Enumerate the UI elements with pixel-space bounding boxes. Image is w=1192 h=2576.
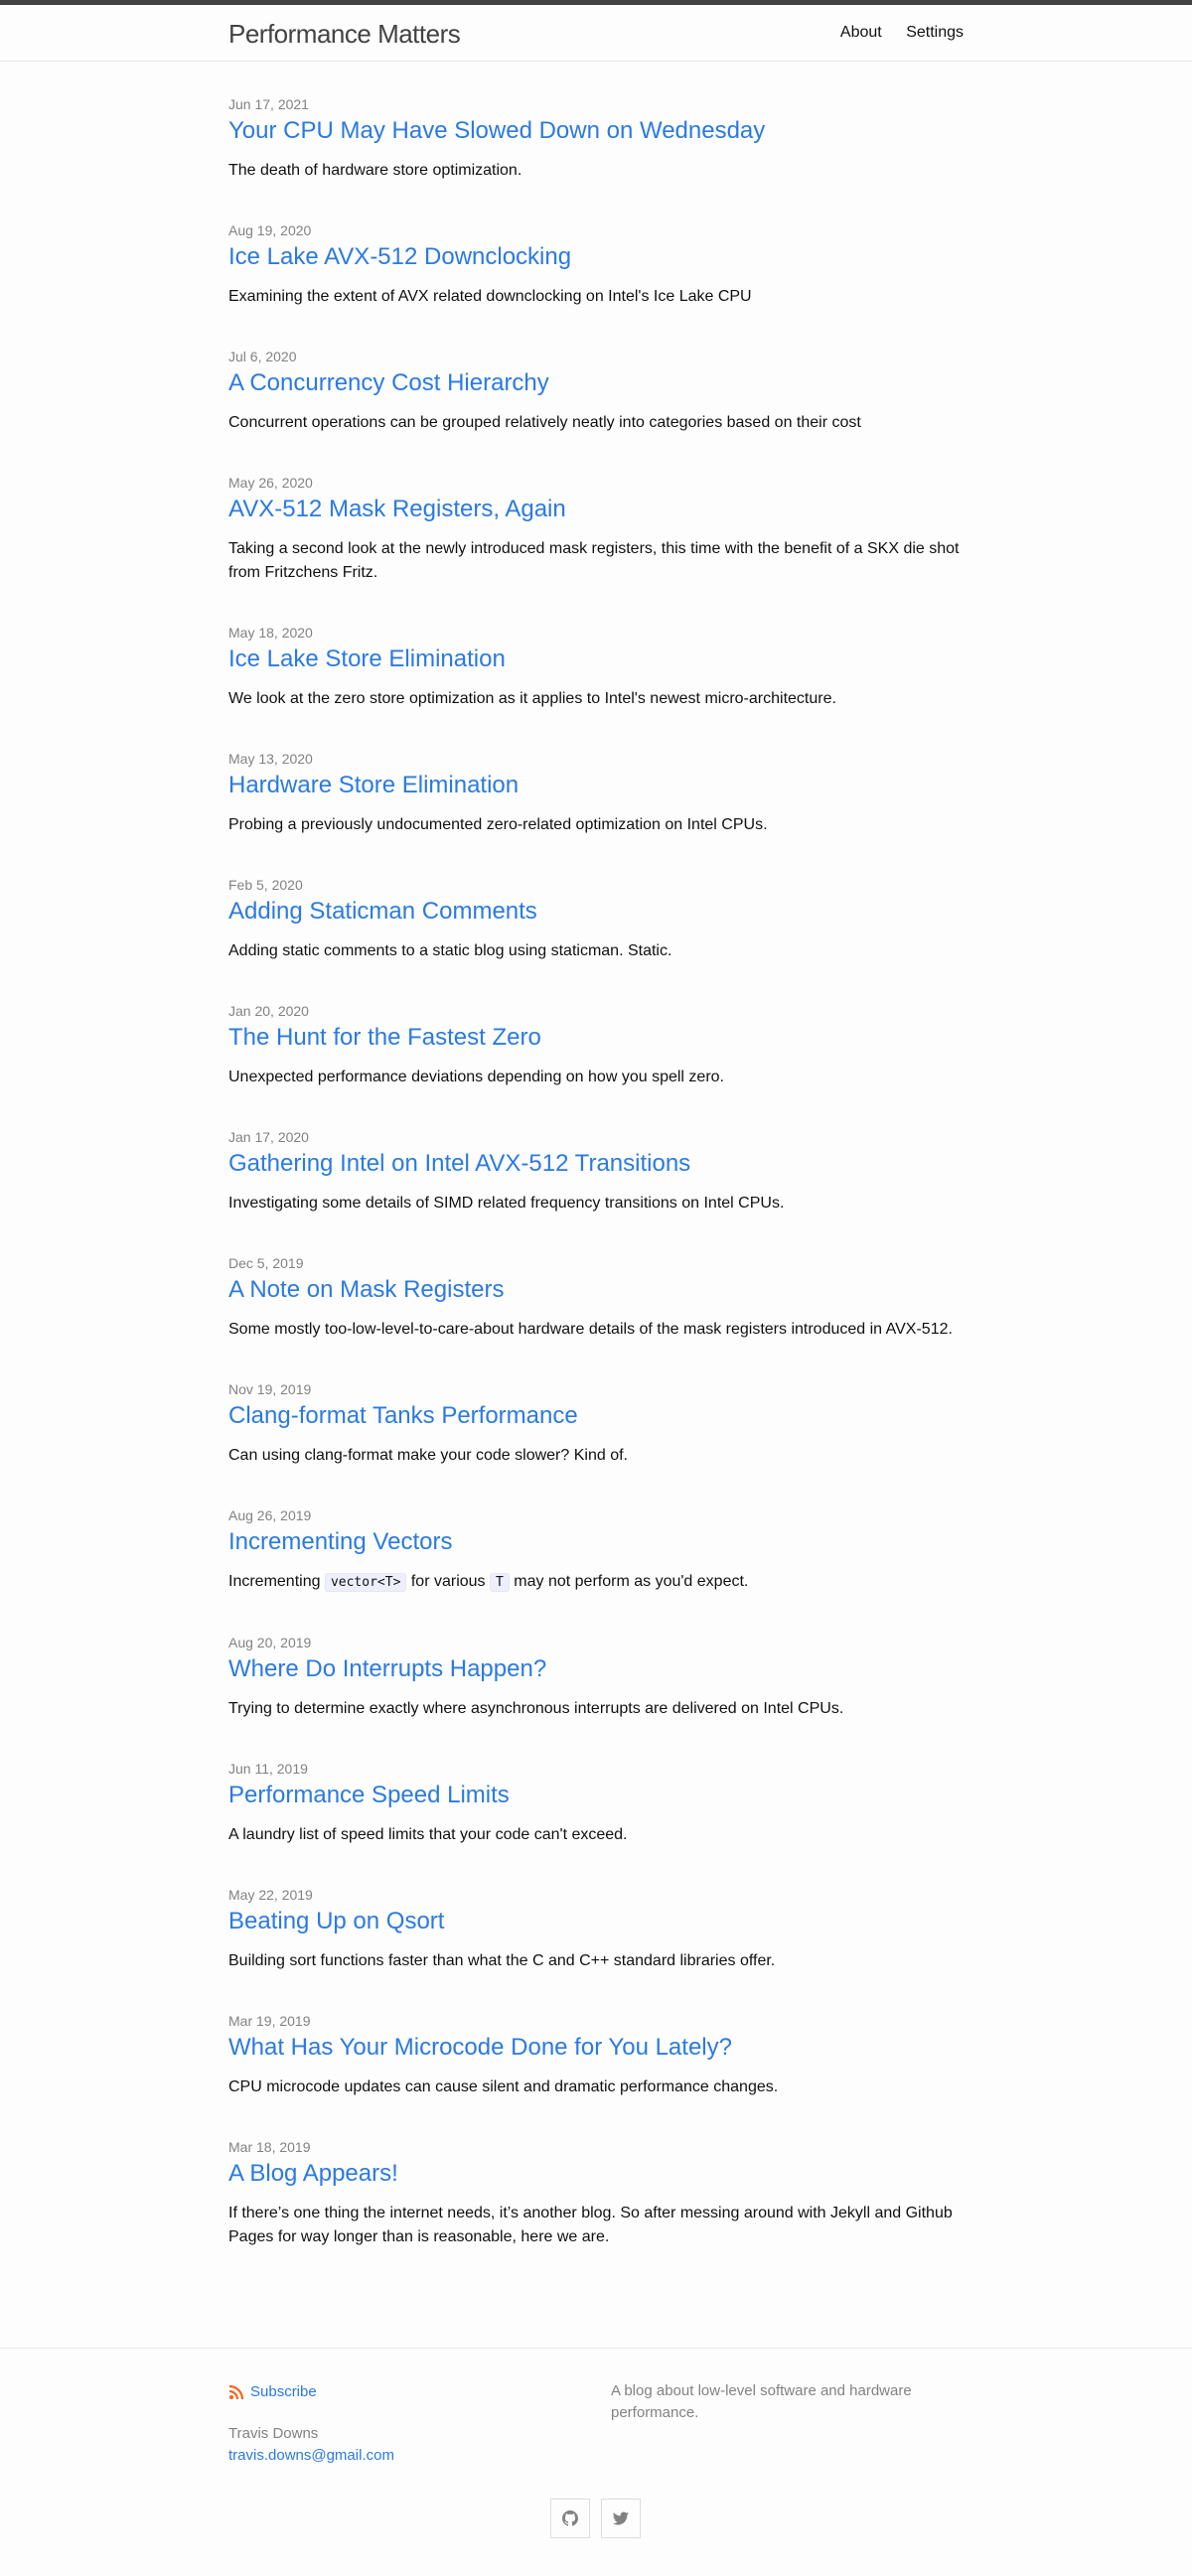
site-footer: Subscribe Travis Downs travis.downs@gmai… xyxy=(0,2348,1192,2576)
excerpt-text: may not perform as you'd expect. xyxy=(514,1573,749,1590)
author-email-link[interactable]: travis.downs@gmail.com xyxy=(228,2445,394,2467)
inline-code: vector<T> xyxy=(324,1573,407,1592)
post-item: Aug 19, 2020 Ice Lake AVX-512 Downclockin… xyxy=(228,221,964,309)
post-excerpt: Can using clang-format make your code sl… xyxy=(228,1447,628,1464)
post-title-link[interactable]: Beating Up on Qsort xyxy=(228,1906,964,1937)
author-name: Travis Downs xyxy=(228,2425,319,2442)
post-item: May 26, 2020 AVX-512 Mask Registers, Agai… xyxy=(228,474,964,585)
post-excerpt: Trying to determine exactly where asynch… xyxy=(228,1700,844,1717)
nav-settings-link[interactable]: Settings xyxy=(906,24,964,41)
post-date: Dec 5, 2019 xyxy=(228,1255,304,1271)
main-nav: About Settings xyxy=(820,24,964,42)
post-excerpt: Building sort functions faster than what… xyxy=(228,1952,776,1969)
post-item: Feb 5, 2020 Adding Staticman Comments Addi… xyxy=(228,876,964,963)
post-excerpt: The death of hardware store optimization… xyxy=(228,162,522,179)
post-date: May 26, 2020 xyxy=(228,475,313,491)
post-date: Jul 6, 2020 xyxy=(228,349,297,364)
nav-about-link[interactable]: About xyxy=(840,24,882,41)
post-item: Dec 5, 2019 A Note on Mask Registers Some … xyxy=(228,1254,964,1342)
post-title-link[interactable]: The Hunt for the Fastest Zero xyxy=(228,1022,964,1054)
inline-code: T xyxy=(490,1573,510,1592)
post-title-link[interactable]: Ice Lake Store Elimination xyxy=(228,644,964,675)
twitter-link[interactable] xyxy=(601,2499,641,2538)
post-item: May 13, 2020 Hardware Store Elimination Pr… xyxy=(228,750,964,837)
post-date: Aug 26, 2019 xyxy=(228,1507,312,1523)
post-date: Aug 20, 2019 xyxy=(228,1635,312,1650)
post-date: Jan 20, 2020 xyxy=(228,1003,309,1019)
post-item: Mar 18, 2019 A Blog Appears! If there’s on… xyxy=(228,2138,964,2249)
post-excerpt: Incrementing vector<T> for various T may… xyxy=(228,1570,964,1595)
twitter-icon xyxy=(613,2511,629,2525)
post-date: Nov 19, 2019 xyxy=(228,1381,312,1397)
post-excerpt: Unexpected performance deviations depend… xyxy=(228,1069,724,1085)
post-excerpt: Concurrent operations can be grouped rel… xyxy=(228,414,861,431)
post-title-link[interactable]: Your CPU May Have Slowed Down on Wednesd… xyxy=(228,115,964,147)
post-excerpt: We look at the zero store optimization a… xyxy=(228,690,836,707)
post-title-link[interactable]: Hardware Store Elimination xyxy=(228,770,964,801)
footer-description: A blog about low-level software and hard… xyxy=(611,2382,912,2421)
github-link[interactable] xyxy=(550,2499,590,2538)
subscribe-label: Subscribe xyxy=(250,2383,317,2400)
post-excerpt: Examining the extent of AVX related down… xyxy=(228,288,752,305)
post-title-link[interactable]: AVX-512 Mask Registers, Again xyxy=(228,494,964,525)
site-header: Performance Matters About Settings xyxy=(0,5,1192,62)
post-item: Jan 17, 2020 Gathering Intel on Intel AVX… xyxy=(228,1128,964,1216)
social-links xyxy=(550,2499,641,2538)
excerpt-text: for various xyxy=(410,1573,486,1590)
excerpt-text: Incrementing xyxy=(228,1573,321,1590)
post-title-link[interactable]: Gathering Intel on Intel AVX-512 Transit… xyxy=(228,1148,964,1180)
subscribe-link[interactable]: Subscribe xyxy=(228,2381,394,2403)
post-date: Jun 17, 2021 xyxy=(228,96,309,112)
post-excerpt: A laundry list of speed limits that your… xyxy=(228,1826,628,1843)
post-title-link[interactable]: A Blog Appears! xyxy=(228,2158,964,2190)
post-excerpt: Some mostly too-low-level-to-care-about … xyxy=(228,1321,953,1338)
post-date: Aug 19, 2020 xyxy=(228,222,312,238)
post-title-link[interactable]: Performance Speed Limits xyxy=(228,1780,964,1811)
post-date: Jan 17, 2020 xyxy=(228,1129,309,1145)
post-date: Feb 5, 2020 xyxy=(228,877,303,893)
post-title-link[interactable]: A Concurrency Cost Hierarchy xyxy=(228,367,964,399)
post-title-link[interactable]: Ice Lake AVX-512 Downclocking xyxy=(228,241,964,273)
post-excerpt: CPU microcode updates can cause silent a… xyxy=(228,2078,779,2095)
post-date: May 18, 2020 xyxy=(228,625,313,641)
rss-icon xyxy=(228,2384,244,2400)
post-title-link[interactable]: Incrementing Vectors xyxy=(228,1526,964,1558)
post-list: Jun 17, 2021 Your CPU May Have Slowed Dow… xyxy=(228,95,964,2288)
post-item: Aug 26, 2019 Incrementing Vectors Incremen… xyxy=(228,1506,964,1595)
footer-contact: Subscribe Travis Downs travis.downs@gmai… xyxy=(228,2381,394,2467)
post-excerpt: If there’s one thing the internet needs,… xyxy=(228,2205,953,2245)
post-date: May 13, 2020 xyxy=(228,751,313,767)
post-item: May 22, 2019 Beating Up on Qsort Building … xyxy=(228,1886,964,1973)
post-title-link[interactable]: What Has Your Microcode Done for You Lat… xyxy=(228,2032,964,2064)
post-item: May 18, 2020 Ice Lake Store Elimination We… xyxy=(228,624,964,711)
post-excerpt: Investigating some details of SIMD relat… xyxy=(228,1195,785,1212)
post-item: Jul 6, 2020 A Concurrency Cost Hierarchy C… xyxy=(228,348,964,435)
github-icon xyxy=(562,2510,578,2526)
post-item: Jun 11, 2019 Performance Speed Limits A la… xyxy=(228,1760,964,1847)
post-title-link[interactable]: Adding Staticman Comments xyxy=(228,896,964,928)
post-date: Jun 11, 2019 xyxy=(228,1761,308,1777)
post-excerpt: Adding static comments to a static blog … xyxy=(228,942,672,959)
post-title-link[interactable]: A Note on Mask Registers xyxy=(228,1274,964,1306)
post-item: Nov 19, 2019 Clang-format Tanks Performan… xyxy=(228,1380,964,1468)
post-title-link[interactable]: Where Do Interrupts Happen? xyxy=(228,1653,964,1685)
post-item: Aug 20, 2019 Where Do Interrupts Happen? T… xyxy=(228,1634,964,1721)
post-item: Jun 17, 2021 Your CPU May Have Slowed Dow… xyxy=(228,95,964,183)
post-item: Mar 19, 2019 What Has Your Microcode Done… xyxy=(228,2012,964,2099)
post-excerpt: Taking a second look at the newly introd… xyxy=(228,540,960,581)
post-date: Mar 19, 2019 xyxy=(228,2013,311,2029)
site-title-link[interactable]: Performance Matters xyxy=(228,19,461,50)
post-title-link[interactable]: Clang-format Tanks Performance xyxy=(228,1400,964,1432)
post-date: Mar 18, 2019 xyxy=(228,2139,311,2155)
post-excerpt: Probing a previously undocumented zero-r… xyxy=(228,816,768,833)
post-date: May 22, 2019 xyxy=(228,1887,313,1903)
post-item: Jan 20, 2020 The Hunt for the Fastest Zer… xyxy=(228,1002,964,1089)
